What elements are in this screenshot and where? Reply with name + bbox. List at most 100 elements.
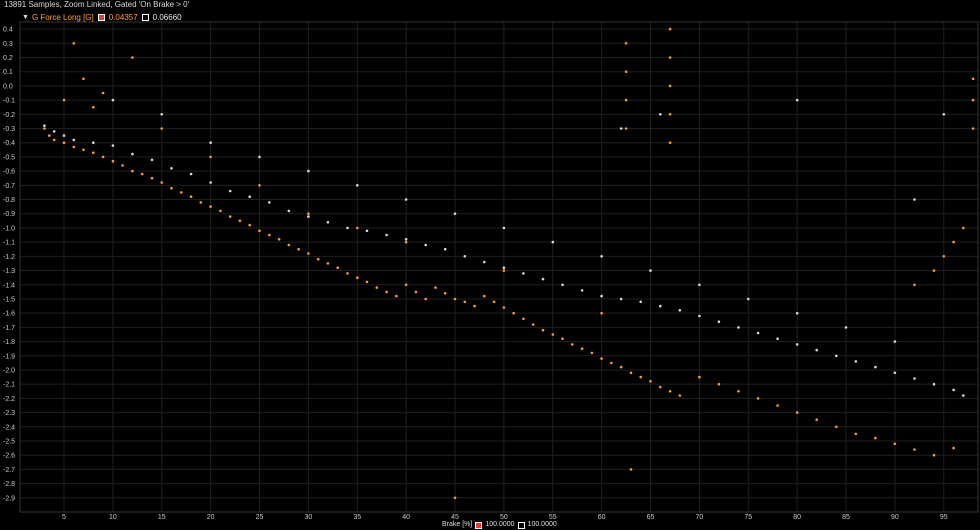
data-point-white [385, 233, 388, 237]
data-point-white [874, 365, 877, 369]
data-point-white [307, 215, 310, 218]
data-point-orange [600, 311, 603, 315]
data-point-white [639, 300, 642, 304]
data-point-white [835, 354, 838, 358]
data-point-white [776, 337, 779, 341]
x-axis-footer: Brake [%] 100.0000 100.0000 [0, 520, 980, 530]
data-point-white [737, 326, 740, 329]
y-tick-label: -2.9 [3, 495, 15, 502]
data-point-orange [531, 323, 535, 326]
data-point-orange [404, 283, 408, 287]
data-point-orange [356, 226, 359, 230]
y-tick-label: -1.1 [3, 240, 15, 247]
data-point-orange [219, 209, 222, 213]
data-points [43, 27, 975, 500]
data-point-orange [385, 290, 388, 294]
y-tick-label: -1.7 [3, 325, 15, 332]
data-point-orange [356, 276, 359, 280]
data-point-white [326, 221, 330, 224]
data-point-orange [502, 269, 506, 272]
data-point-orange [258, 184, 261, 187]
data-point-white [502, 266, 506, 270]
y-tick-label: -0.1 [3, 98, 15, 105]
data-point-orange [629, 468, 633, 471]
y-tick-label: -2.1 [3, 382, 15, 389]
data-point-orange [815, 418, 818, 422]
data-point-orange [952, 240, 955, 244]
data-point-white [463, 254, 467, 258]
data-point-orange [668, 27, 672, 31]
data-point-orange [287, 243, 291, 247]
data-point-orange [590, 351, 594, 355]
x-white-cursor-value: 100.0000 [527, 521, 557, 528]
data-point-white [453, 212, 457, 215]
scatter-plot[interactable]: 0.4 0.3 0.2 0.1 0.0 -0.1 -0.2 -0.3 -0.4 -0.5 -0.6 -… [0, 0, 980, 520]
data-point-orange [424, 297, 428, 301]
data-point-orange [375, 286, 379, 289]
data-point-orange [101, 91, 105, 95]
y-tick-label: 0.0 [3, 83, 13, 90]
data-point-orange [668, 56, 672, 59]
data-point-orange [258, 229, 261, 233]
y-axis: 0.4 0.3 0.2 0.1 0.0 -0.1 -0.2 -0.3 -0.4 -0.5 -0.6 -… [3, 27, 15, 503]
data-point-white [659, 113, 662, 116]
data-point-white [365, 229, 369, 233]
data-point-orange [580, 347, 584, 351]
data-point-white [189, 172, 193, 176]
data-point-orange [571, 343, 574, 346]
data-point-white [815, 348, 818, 352]
data-point-white [580, 289, 584, 292]
data-point-orange [72, 42, 76, 45]
data-point-white [111, 98, 115, 102]
data-point-white [356, 184, 359, 187]
data-point-orange [776, 404, 779, 407]
data-point-orange [316, 257, 320, 261]
data-point-white [747, 297, 750, 301]
data-point-white [209, 181, 212, 184]
data-point-white [258, 155, 261, 159]
data-point-orange [268, 233, 271, 237]
data-point-orange [199, 201, 203, 204]
data-point-orange [624, 98, 628, 102]
data-point-white [502, 226, 506, 230]
data-point-orange [942, 254, 946, 258]
data-point-white [443, 247, 447, 251]
data-point-white [932, 382, 936, 386]
data-point-orange [624, 70, 628, 73]
data-point-white [795, 98, 799, 102]
data-point-white [131, 152, 134, 156]
y-tick-label: -1.5 [3, 296, 15, 303]
y-tick-label: -2.5 [3, 438, 15, 445]
data-point-orange [72, 145, 76, 149]
data-point-white [698, 283, 701, 287]
x-red-cursor-value: 100.0000 [485, 521, 515, 528]
y-tick-label: -2.4 [3, 424, 15, 431]
data-point-white [541, 277, 545, 281]
y-tick-label: 0.2 [3, 55, 13, 62]
data-point-white [404, 198, 408, 201]
data-point-orange [668, 390, 672, 393]
data-point-white [62, 134, 66, 137]
data-point-orange [551, 333, 555, 336]
data-point-white [913, 198, 916, 201]
data-point-orange [835, 425, 838, 429]
y-tick-label: 0.4 [3, 27, 13, 34]
y-tick-label: -1.0 [3, 225, 15, 232]
data-point-orange [668, 113, 672, 116]
y-tick-label: -2.2 [3, 396, 15, 403]
y-tick-label: -0.4 [3, 140, 15, 147]
data-point-orange [971, 77, 975, 81]
data-point-white [893, 371, 897, 375]
data-point-white [844, 326, 848, 329]
data-point-white [551, 240, 555, 244]
data-point-orange [610, 361, 613, 365]
data-point-white [346, 226, 349, 230]
data-point-orange [111, 159, 115, 163]
data-point-orange [502, 306, 506, 309]
data-point-orange [307, 252, 310, 255]
y-tick-label: 0.1 [3, 69, 13, 76]
data-point-orange [48, 134, 51, 137]
data-point-orange [512, 311, 515, 315]
data-point-orange [639, 375, 642, 379]
data-point-orange [971, 98, 975, 102]
